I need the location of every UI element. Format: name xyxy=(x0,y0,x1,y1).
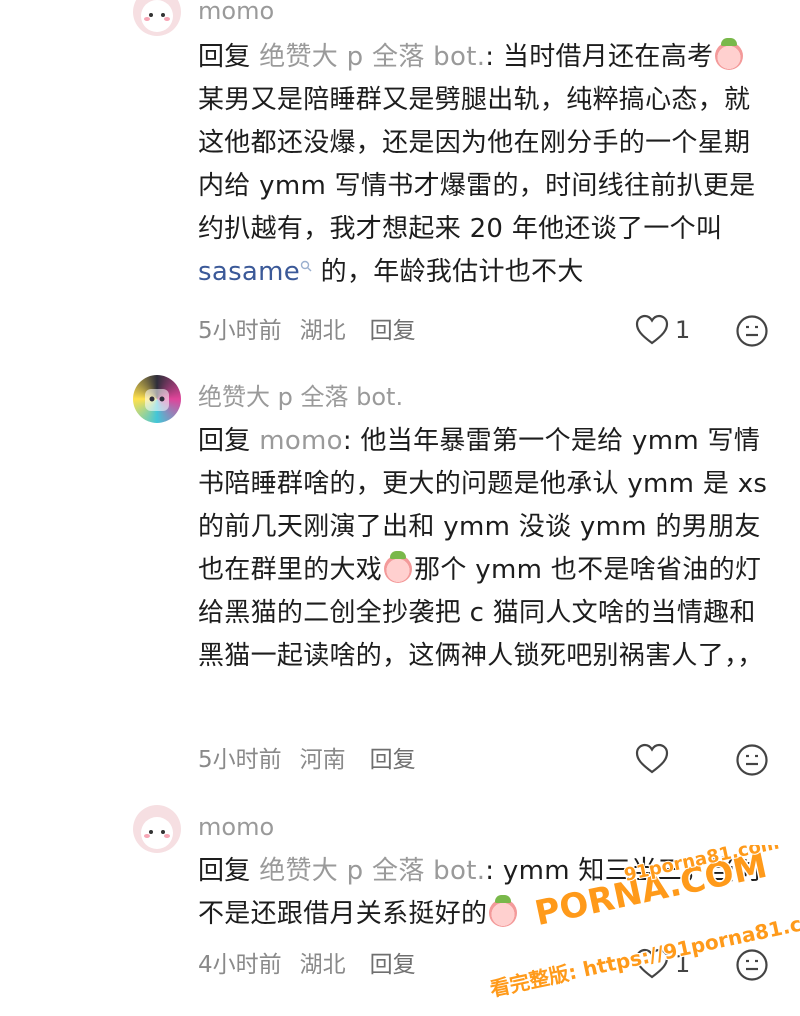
like-button[interactable]: 1 xyxy=(635,314,690,346)
crying-emoji-icon xyxy=(715,38,744,70)
avatar[interactable] xyxy=(133,805,181,853)
like-count: 1 xyxy=(675,950,691,978)
username[interactable]: 绝赞大 p 全落 bot. xyxy=(198,382,403,412)
timestamp: 4小时前 xyxy=(198,952,282,978)
comment-actions: 1 xyxy=(635,948,775,982)
react-button[interactable] xyxy=(735,948,769,986)
search-link[interactable]: sasame xyxy=(198,257,300,287)
like-count: 1 xyxy=(675,316,691,344)
search-icon xyxy=(300,260,312,272)
username[interactable]: momo xyxy=(198,0,274,26)
smiley-face-icon xyxy=(736,949,768,981)
location: 河南 xyxy=(299,747,346,773)
comment-text: 的，年龄我估计也不大 xyxy=(312,257,584,287)
like-button[interactable] xyxy=(635,743,675,775)
like-button[interactable]: 1 xyxy=(635,948,690,980)
reply-prefix: 回复 xyxy=(198,856,251,886)
reply-target[interactable]: 绝赞大 p 全落 bot. xyxy=(259,42,485,72)
reply-target[interactable]: 绝赞大 p 全落 bot. xyxy=(259,856,485,886)
comment-body: 回复 绝赞大 p 全落 bot.: 当时借月还在高考某男又是陪睡群又是劈腿出轨，… xyxy=(198,36,770,294)
heart-outline-icon xyxy=(635,948,669,979)
reply-button[interactable]: 回复 xyxy=(370,952,416,978)
heart-outline-icon xyxy=(635,314,669,345)
reply-button[interactable]: 回复 xyxy=(370,747,416,773)
comment-text: 某男又是陪睡群又是劈腿出轨，纯粹搞心态，就这他都还没爆，还是因为他在刚分手的一个… xyxy=(198,85,756,244)
crying-emoji-icon xyxy=(489,895,518,927)
avatar[interactable] xyxy=(133,375,181,423)
react-button[interactable] xyxy=(735,743,769,781)
reply-prefix: 回复 xyxy=(198,42,251,72)
location: 湖北 xyxy=(299,952,346,978)
comment-actions: 1 xyxy=(635,314,775,348)
smiley-face-icon xyxy=(736,744,768,776)
comment-body: 回复 momo: 他当年暴雷第一个是给 ymm 写情书陪睡群啥的，更大的问题是他… xyxy=(198,420,770,678)
comment-meta: 4小时前 湖北 回复 xyxy=(198,950,434,980)
reply-target[interactable]: momo xyxy=(259,426,343,456)
reply-button[interactable]: 回复 xyxy=(370,318,416,344)
crying-emoji-icon xyxy=(384,551,413,583)
comment-actions xyxy=(635,743,775,777)
smiley-face-icon xyxy=(736,315,768,347)
comment-meta: 5小时前 湖北 回复 xyxy=(198,316,434,346)
comment-meta: 5小时前 河南 回复 xyxy=(198,745,434,775)
username[interactable]: momo xyxy=(198,812,274,842)
avatar[interactable] xyxy=(133,0,181,36)
timestamp: 5小时前 xyxy=(198,318,282,344)
timestamp: 5小时前 xyxy=(198,747,282,773)
heart-outline-icon xyxy=(635,743,669,774)
comment-body: 回复 绝赞大 p 全落 bot.: ymm 知三当三，当时不是还跟借月关系挺好的 xyxy=(198,850,770,936)
location: 湖北 xyxy=(299,318,346,344)
reply-prefix: 回复 xyxy=(198,426,251,456)
react-button[interactable] xyxy=(735,314,769,352)
comment-text: : 当时借月还在高考 xyxy=(485,42,714,72)
